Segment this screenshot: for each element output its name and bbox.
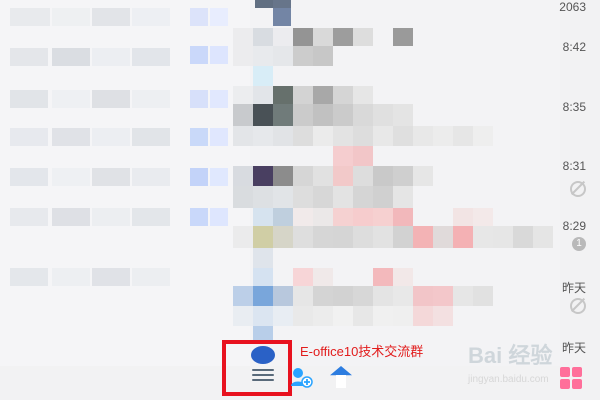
mute-icon — [570, 181, 586, 197]
group-name-annotation: E-office10技术交流群 — [300, 344, 424, 359]
mosaic-chat-list — [0, 0, 560, 366]
mute-icon — [570, 298, 586, 314]
unread-badge: 1 — [572, 237, 586, 251]
time-label: 8:31 — [562, 159, 586, 173]
add-contact-icon[interactable] — [289, 366, 313, 388]
highlight-box — [222, 340, 292, 396]
time-label: 昨天 — [561, 281, 586, 295]
time-label: 2063 — [559, 0, 586, 14]
time-label: 8:42 — [562, 40, 586, 54]
upload-icon-core — [336, 375, 346, 388]
time-label: 8:35 — [562, 100, 586, 114]
baidu-watermark: Bai 经验 jingyan.baidu.com — [468, 343, 590, 386]
time-label: 8:29 — [562, 219, 586, 233]
watermark-url: jingyan.baidu.com — [468, 374, 549, 385]
watermark-brand: Bai 经验 — [468, 343, 553, 368]
